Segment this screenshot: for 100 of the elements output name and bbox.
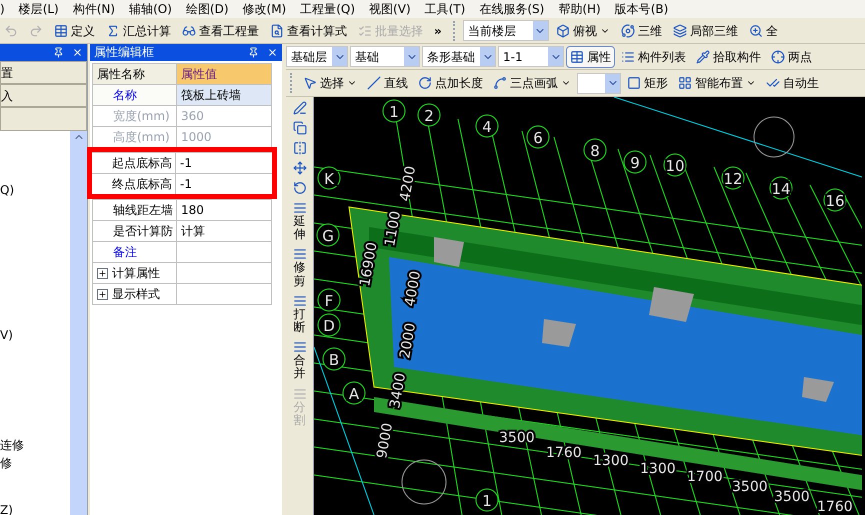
footing-block: [542, 319, 576, 347]
axis-bubble: 9: [624, 150, 646, 174]
menu-item[interactable]: 辅轴(O): [129, 0, 172, 18]
property-label: 起点底标高: [112, 155, 172, 172]
more-button[interactable]: »: [430, 22, 446, 40]
sigma-icon: [106, 24, 120, 38]
expand-toggle[interactable]: [97, 268, 108, 278]
close-icon[interactable]: [72, 47, 83, 58]
property-name[interactable]: 名称: [93, 85, 177, 105]
toolbar-button[interactable]: 三点画弧: [489, 72, 575, 94]
dropdown[interactable]: 条形基础: [422, 46, 496, 67]
cube-icon: [556, 24, 570, 38]
toolbar-button[interactable]: 查看计算式: [266, 20, 351, 42]
toolbar-button[interactable]: 三维: [616, 20, 666, 42]
toolbar-button[interactable]: 查看工程量: [178, 20, 263, 42]
scrollbar[interactable]: [70, 131, 87, 515]
dropdown[interactable]: 基础层: [286, 46, 348, 67]
double-check-icon: [766, 76, 780, 90]
rotate-icon: [418, 76, 432, 90]
side-tool-button[interactable]: 延伸: [292, 201, 306, 242]
side-tool-button[interactable]: [292, 161, 306, 175]
arc-icon: [493, 76, 507, 90]
crosshair-icon: [771, 50, 785, 64]
column-header: 属性值: [177, 64, 271, 84]
toolbar-button[interactable]: 拾取构件: [692, 46, 765, 68]
panel-tab[interactable]: 置: [0, 61, 87, 84]
menu-item[interactable]: 帮助(H): [558, 0, 601, 18]
axis-bubble: 16: [824, 188, 846, 212]
dimension-label: 9000: [374, 422, 396, 460]
axis-bubble: B: [322, 348, 346, 370]
table-icon: [54, 24, 68, 38]
menu-item[interactable]: ): [0, 0, 5, 18]
tree-item[interactable]: 修: [0, 454, 12, 472]
dropdown[interactable]: 基础: [350, 46, 420, 67]
close-icon[interactable]: [267, 47, 278, 58]
footing-block: [649, 287, 694, 322]
tree-item[interactable]: 连修: [0, 436, 24, 454]
property-value[interactable]: 筏板上砖墙: [177, 85, 271, 105]
side-tool-button[interactable]: [292, 101, 306, 115]
toolbar-button[interactable]: 选择: [299, 72, 361, 94]
menu-item[interactable]: 构件(N): [72, 0, 116, 18]
axis-bubble: 2: [418, 104, 440, 126]
axis-bubble: 8: [584, 138, 606, 162]
side-tool-button[interactable]: 打断: [292, 294, 306, 334]
toolbar-button[interactable]: 点加长度: [414, 72, 487, 94]
menu-item[interactable]: 楼层(L): [18, 0, 59, 18]
document-search-icon: [270, 24, 284, 38]
toolbar-button[interactable]: 矩形: [623, 72, 672, 94]
property-name[interactable]: 终点底标高: [92, 174, 176, 194]
side-tool-button[interactable]: [292, 141, 306, 155]
side-tool-button[interactable]: [292, 181, 306, 195]
axis-bubble: 6: [526, 126, 550, 148]
layers-icon: [672, 24, 687, 38]
tree-item[interactable]: V): [0, 326, 13, 344]
dimension-label: 1100: [382, 210, 404, 248]
expand-toggle[interactable]: [97, 288, 108, 300]
menu-item[interactable]: 工具(T): [424, 0, 466, 18]
side-tool-button[interactable]: 合并: [292, 340, 306, 380]
axis-bubble: 10: [664, 154, 686, 176]
toolbar-button[interactable]: 定义: [50, 20, 99, 42]
toolbar-button[interactable]: 属性: [566, 46, 615, 68]
dimension-label: 2000: [397, 322, 420, 360]
toolbar-button[interactable]: 俯视: [552, 20, 614, 42]
tree-item[interactable]: Q): [0, 181, 14, 199]
dropdown[interactable]: 1-1: [498, 46, 564, 67]
dimension-label: 16900: [357, 241, 381, 288]
pin-icon[interactable]: [248, 47, 259, 58]
toolbar-button[interactable]: 直线: [363, 72, 412, 94]
pipette-icon: [696, 50, 710, 64]
property-name[interactable]: 起点底标高: [92, 153, 176, 173]
dimension-label: 3400: [387, 372, 410, 410]
property-label: 备注: [113, 244, 137, 261]
menu-item[interactable]: 视图(V): [369, 0, 411, 18]
menu-item[interactable]: 版本号(B): [614, 0, 668, 18]
toolbar-button[interactable]: 全: [744, 20, 782, 42]
column-header: 属性名称: [93, 64, 177, 84]
toolbar-button[interactable]: 自动生: [762, 72, 823, 94]
menu-item[interactable]: 在线服务(S): [479, 0, 544, 18]
toolbar-button[interactable]: 汇总计算: [102, 20, 175, 42]
toolbar-button[interactable]: 构件列表: [617, 46, 690, 68]
dimension-label: 1760: [817, 499, 853, 515]
axis-bubble: 1: [382, 100, 406, 122]
property-label: 高度(mm): [113, 129, 170, 146]
toolbar-button[interactable]: 局部三维: [668, 20, 742, 42]
side-tool-button[interactable]: 修剪: [292, 247, 306, 288]
menu-item[interactable]: 修改(M): [242, 0, 286, 18]
property-label: 计算属性: [112, 265, 160, 282]
pin-icon[interactable]: [53, 47, 64, 58]
toolbar-button[interactable]: 智能布置: [674, 72, 760, 94]
table-icon: [570, 50, 584, 64]
side-tool-button[interactable]: [292, 121, 306, 135]
panel-tab[interactable]: 入: [0, 84, 87, 107]
pointer-icon: [303, 76, 317, 90]
undo-icon: [4, 24, 18, 38]
menu-item[interactable]: 工程量(Q): [300, 0, 356, 18]
move-icon: [292, 161, 306, 175]
toolbar-button[interactable]: 两点: [767, 46, 816, 68]
menu-item[interactable]: 绘图(D): [186, 0, 229, 18]
grid-icon: [678, 76, 692, 90]
dropdown[interactable]: 当前楼层: [462, 20, 549, 41]
